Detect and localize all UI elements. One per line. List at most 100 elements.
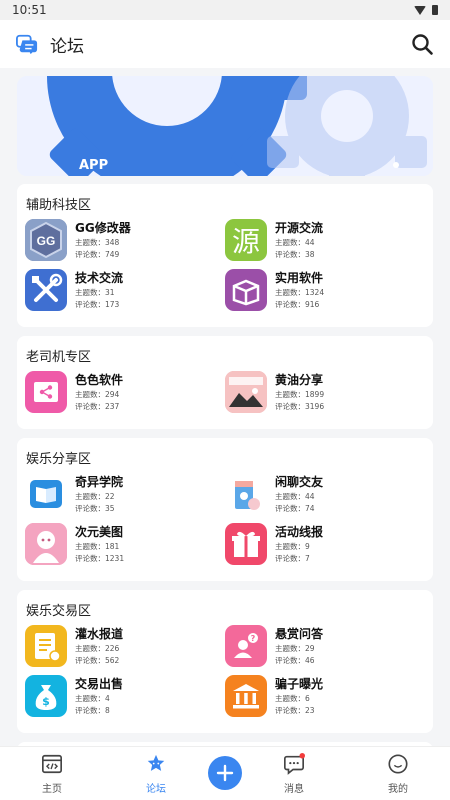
board-gg-modifier[interactable]: GG GG修改器 主题数：348 评论数：749: [25, 219, 215, 263]
carousel-indicator[interactable]: [393, 162, 399, 168]
board-odd-academy[interactable]: 奇异学院 主题数：22 评论数：35: [25, 473, 215, 517]
comment-count: 评论数：35: [75, 504, 115, 513]
source-icon: 源: [225, 219, 267, 261]
board-reward-qa[interactable]: ? 悬赏问答 主题数：29 评论数：46: [225, 625, 415, 669]
gift-icon: [225, 523, 267, 565]
comment-count: 评论数：1231: [75, 554, 125, 563]
board-name: 灌水报道: [75, 627, 124, 641]
nav-messages-label: 消息: [284, 784, 304, 795]
svg-text:$: $: [42, 695, 50, 708]
board-name: 黄油分享: [275, 373, 324, 387]
banner-carousel[interactable]: APP: [17, 76, 433, 176]
topic-count: 主题数：31: [75, 288, 115, 297]
board-tech-exchange[interactable]: 技术交流 主题数：31 评论数：173: [25, 269, 215, 313]
box-icon: [225, 269, 267, 311]
topic-count: 主题数：9: [275, 542, 310, 551]
topic-count: 主题数：29: [275, 644, 315, 653]
comment-count: 评论数：562: [75, 656, 120, 665]
board-name: GG修改器: [75, 221, 131, 235]
anime-girl-icon: [25, 523, 67, 565]
topic-count: 主题数：294: [75, 390, 120, 399]
comment-count: 评论数：38: [275, 250, 315, 259]
status-time: 10:51: [12, 3, 47, 17]
money-bag-icon: $: [25, 675, 67, 717]
board-name: 骗子曝光: [275, 677, 324, 691]
comment-count: 评论数：7: [275, 554, 310, 563]
comment-count: 评论数：8: [75, 706, 110, 715]
comment-count: 评论数：749: [75, 250, 120, 259]
comment-count: 评论数：74: [275, 504, 315, 513]
nav-home-label: 主页: [42, 784, 62, 795]
board-name: 悬赏问答: [275, 627, 324, 641]
board-name: 开源交流: [275, 221, 324, 235]
gg-icon: GG: [25, 219, 67, 261]
svg-text:?: ?: [251, 634, 256, 643]
nav-mine-label: 我的: [388, 784, 408, 795]
board-name: 闲聊交友: [275, 475, 324, 489]
nav-messages[interactable]: 消息: [264, 753, 324, 795]
nav-mine[interactable]: 我的: [368, 753, 428, 795]
topic-count: 主题数：1324: [275, 288, 325, 297]
code-window-icon: [42, 754, 62, 774]
add-post-button[interactable]: [208, 756, 242, 790]
comment-count: 评论数：237: [75, 402, 120, 411]
smile-face-icon: [388, 754, 408, 774]
nav-forum-label: 论坛: [146, 784, 166, 795]
topic-count: 主题数：44: [275, 238, 315, 247]
board-trade-sell[interactable]: $ 交易出售 主题数：4 评论数：8: [25, 675, 215, 719]
document-icon: [25, 625, 67, 667]
page-title: 论坛: [50, 36, 84, 57]
svg-text:GG: GG: [37, 234, 56, 248]
topic-count: 主题数：44: [275, 492, 315, 501]
board-scammer-exposure[interactable]: 骗子曝光 主题数：6 评论数：23: [225, 675, 415, 719]
nav-home[interactable]: 主页: [22, 753, 82, 795]
topic-count: 主题数：1899: [275, 390, 325, 399]
section-title: 老司机专区: [26, 350, 92, 365]
topic-count: 主题数：4: [75, 694, 110, 703]
status-icons: [414, 5, 438, 15]
bottom-nav: 主页 论坛 消息 我的: [0, 746, 450, 800]
search-icon[interactable]: [410, 32, 434, 56]
comment-count: 评论数：46: [275, 656, 315, 665]
forum-chat-icon: [16, 34, 38, 55]
status-bar: 10:51: [0, 0, 450, 20]
board-open-source[interactable]: 源 开源交流 主题数：44 评论数：38: [225, 219, 415, 263]
section-title: 娱乐交易区: [26, 604, 92, 619]
board-chat-friends[interactable]: 闲聊交友 主题数：44 评论数：74: [225, 473, 415, 517]
board-name: 次元美图: [75, 525, 124, 539]
tools-icon: [25, 269, 67, 311]
topic-count: 主题数：226: [75, 644, 120, 653]
section-title: 辅助科技区: [26, 198, 92, 213]
board-name: 技术交流: [75, 271, 124, 285]
drink-icon: [225, 473, 267, 515]
board-color-software[interactable]: 色色软件 主题数：294 评论数：237: [25, 371, 215, 415]
section-entertainment-share: 娱乐分享区 奇异学院 主题数：22 评论数：35 闲聊交友 主题数：44 评论数…: [17, 438, 433, 581]
topic-count: 主题数：22: [75, 492, 115, 501]
svg-text:源: 源: [232, 225, 260, 258]
comment-count: 评论数：3196: [275, 402, 325, 411]
board-name: 色色软件: [75, 373, 124, 387]
topic-count: 主题数：6: [275, 694, 310, 703]
board-useful-software[interactable]: 实用软件 主题数：1324 评论数：916: [225, 269, 415, 313]
board-name: 活动线报: [275, 525, 324, 539]
comment-count: 评论数：173: [75, 300, 120, 309]
forum-content[interactable]: APP 辅助科技区 GG GG修改器 主题数：348 评论数：749 源 开源交…: [0, 68, 450, 746]
plus-icon: [216, 764, 234, 782]
topic-count: 主题数：348: [75, 238, 120, 247]
bank-icon: [225, 675, 267, 717]
message-bubble-icon: [284, 753, 305, 775]
board-water-report[interactable]: 灌水报道 主题数：226 评论数：562: [25, 625, 215, 669]
board-butter-share[interactable]: 黄油分享 主题数：1899 评论数：3196: [225, 371, 415, 415]
battery-icon: [432, 5, 438, 15]
question-user-icon: ?: [225, 625, 267, 667]
section-title: 娱乐分享区: [26, 452, 92, 467]
wifi-icon: [414, 5, 426, 15]
section-veteran: 老司机专区 色色软件 主题数：294 评论数：237 黄油分享 主题数：1899…: [17, 336, 433, 429]
board-anime-pictures[interactable]: 次元美图 主题数：181 评论数：1231: [25, 523, 215, 567]
star-chat-icon: [147, 754, 165, 771]
board-event-news[interactable]: 活动线报 主题数：9 评论数：7: [225, 523, 415, 567]
nav-forum[interactable]: 论坛: [126, 753, 186, 795]
section-assist-tech: 辅助科技区 GG GG修改器 主题数：348 评论数：749 源 开源交流 主题…: [17, 184, 433, 327]
comment-count: 评论数：916: [275, 300, 320, 309]
book-icon: [25, 473, 67, 515]
